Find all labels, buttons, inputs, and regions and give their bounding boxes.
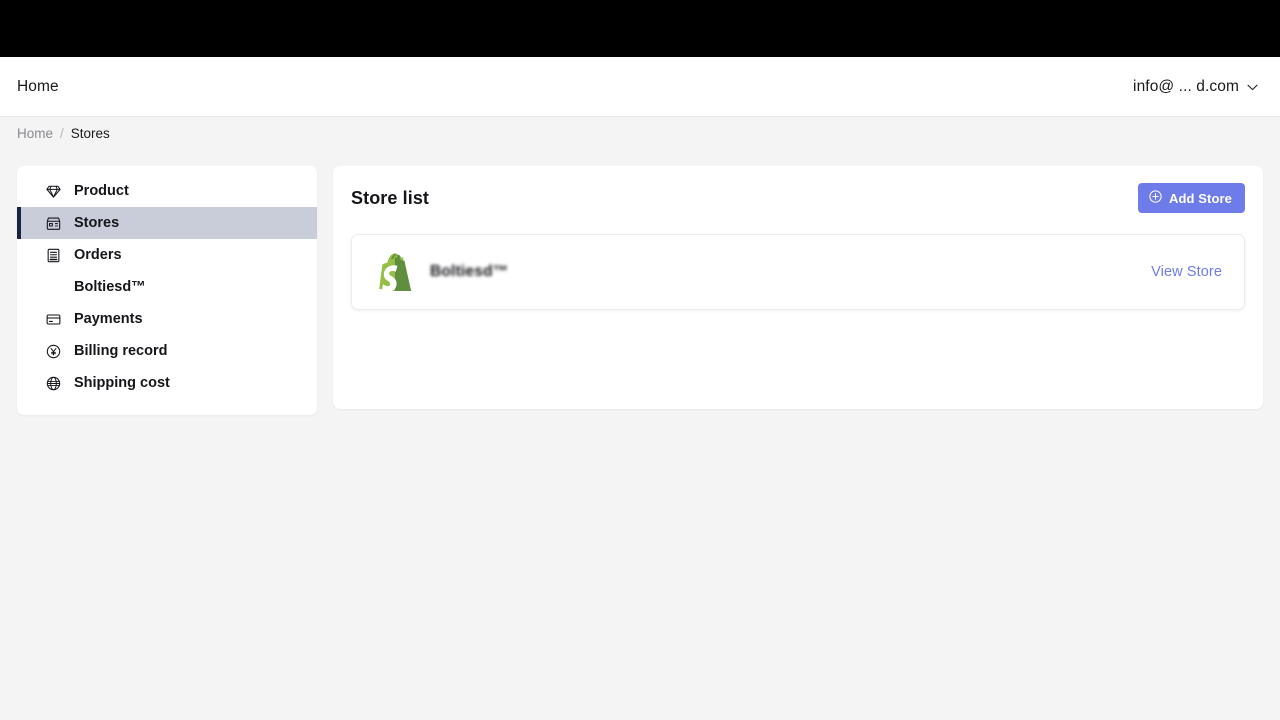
panel-header: Store list Add Store (351, 183, 1245, 213)
credit-card-icon (46, 312, 61, 327)
store-list-item[interactable]: Boltiesd™ View Store (351, 234, 1245, 310)
app-header: Home info@ ... d.com (0, 57, 1280, 117)
order-list-icon (46, 248, 61, 263)
store-list-panel: Store list Add Store Boltiesd™ View Stor… (333, 166, 1263, 409)
sidebar-item-payments[interactable]: Payments (17, 303, 317, 335)
sidebar-item-stores[interactable]: Stores (17, 207, 317, 239)
sidebar-item-orders[interactable]: Orders (17, 239, 317, 271)
page-title: Store list (351, 187, 430, 208)
store-identity: Boltiesd™ (378, 253, 508, 291)
diamond-icon (46, 184, 61, 199)
sidebar-item-label: Billing record (74, 343, 168, 359)
sidebar-item-label: Shipping cost (74, 375, 170, 391)
breadcrumb-separator: / (60, 126, 64, 141)
browser-chrome-bar (0, 0, 1280, 57)
breadcrumb: Home / Stores (0, 117, 1280, 150)
sidebar-item-product[interactable]: Product (17, 175, 317, 207)
storefront-icon (46, 216, 61, 231)
sidebar-item-shipping-cost[interactable]: Shipping cost (17, 367, 317, 399)
add-store-button[interactable]: Add Store (1137, 183, 1245, 213)
sidebar-subitem-boltiesd[interactable]: Boltiesd™ (17, 271, 317, 303)
sidebar-item-billing-record[interactable]: Billing record (17, 335, 317, 367)
store-name-label: Boltiesd™ (430, 263, 509, 280)
breadcrumb-item-stores: Stores (70, 126, 110, 141)
account-email-label: info@ ... d.com (1133, 77, 1239, 95)
sidebar-item-label: Orders (74, 247, 122, 263)
view-store-link[interactable]: View Store (1151, 264, 1222, 280)
add-store-label: Add Store (1168, 190, 1232, 206)
sidebar: Product Stores Orders Boltiesd™ Payments… (17, 166, 317, 415)
currency-circle-icon (46, 344, 61, 359)
sidebar-item-label: Product (74, 183, 129, 199)
plus-circle-icon (1149, 190, 1162, 206)
account-menu[interactable]: info@ ... d.com (1133, 78, 1258, 96)
header-home-label[interactable]: Home (17, 78, 59, 96)
chevron-down-icon (1247, 78, 1258, 96)
sidebar-item-label: Stores (74, 215, 120, 231)
page-body: Product Stores Orders Boltiesd™ Payments… (0, 150, 1280, 720)
globe-icon (46, 376, 61, 391)
sidebar-bottom-spacer (17, 399, 317, 402)
sidebar-subitem-label: Boltiesd™ (74, 279, 146, 295)
shopify-bag-icon (378, 253, 412, 291)
sidebar-item-label: Payments (74, 311, 143, 327)
breadcrumb-item-home[interactable]: Home (17, 126, 53, 141)
